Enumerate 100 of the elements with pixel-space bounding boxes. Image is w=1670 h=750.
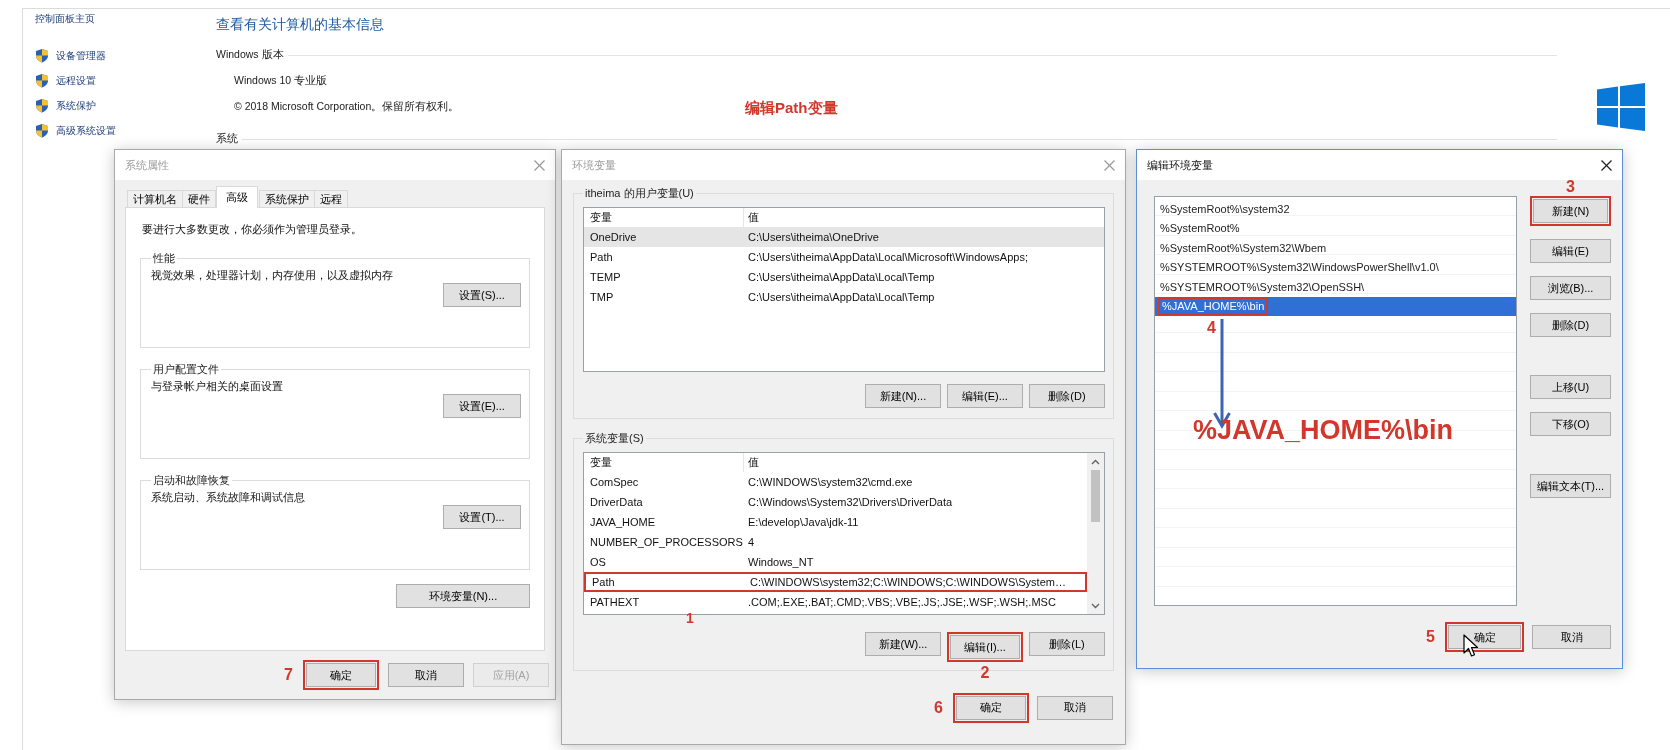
table-cell-text: JAVA_HOME	[589, 516, 656, 528]
group-description: 系统启动、系统故障和调试信息	[151, 490, 305, 505]
tab[interactable]: 系统保护	[259, 190, 315, 208]
table-cell-text: C:\Users\itheima\AppData\Local\Temp	[747, 271, 936, 283]
entry-text: %SYSTEMROOT%\System32\WindowsPowerShell\v1.0\	[1159, 260, 1440, 275]
column-header[interactable]: 值	[744, 210, 1104, 225]
group-title: 系统变量(S)	[584, 431, 645, 446]
delete-button[interactable]: 删除(D)	[1029, 384, 1105, 408]
group-description: 视觉效果，处理器计划，内存使用，以及虚拟内存	[151, 268, 393, 283]
table-cell-text: Path	[589, 251, 614, 263]
table-cell-text: 4	[747, 536, 756, 548]
cancel-button[interactable]: 取消	[1532, 625, 1611, 649]
step-number: 5	[1426, 629, 1435, 645]
table-row[interactable]: Path C:\Users\itheima\AppData\Local\Microsoft\WindowsApps;	[584, 247, 1104, 267]
tab[interactable]: 硬件	[182, 190, 216, 208]
shield-icon	[35, 123, 49, 138]
table-row[interactable]: OneDrive C:\Users\itheima\OneDrive	[584, 227, 1104, 247]
table-cell-text: OS	[589, 556, 607, 568]
environment-variables-button[interactable]: 环境变量(N)...	[396, 584, 530, 608]
table-cell-text: C:\Users\itheima\OneDrive	[747, 231, 880, 243]
new-button[interactable]: 新建(N)...	[865, 384, 941, 408]
scrollbar-thumb[interactable]	[1091, 470, 1100, 522]
scroll-up-icon[interactable]	[1091, 459, 1100, 465]
table-cell-text: Path	[591, 576, 616, 588]
sidebar-link[interactable]: 远程设置	[56, 73, 96, 88]
edit-button[interactable]: 编辑(E)...	[947, 384, 1023, 408]
table-cell-text: OneDrive	[589, 231, 638, 243]
annotation-title: 编辑Path变量	[745, 99, 838, 118]
shield-icon	[35, 48, 49, 63]
cancel-button[interactable]: 取消	[388, 663, 464, 687]
tab[interactable]: 高级	[216, 186, 258, 208]
sidebar-link[interactable]: 控制面板主页	[35, 12, 95, 26]
scroll-down-icon[interactable]	[1091, 603, 1100, 609]
table-cell-text: C:\Windows\System32\Drivers\DriverData	[747, 496, 954, 508]
table-row[interactable]: PATHEXT .COM;.EXE;.BAT;.CMD;.VBS;.VBE;.JS;.JSE;.WSF;.WSH;.MSC	[584, 592, 1087, 612]
tab[interactable]: 远程	[314, 190, 348, 208]
edit-button[interactable]: 编辑(E)	[1530, 239, 1611, 263]
section-label: Windows 版本	[216, 48, 284, 62]
new-button[interactable]: 新建(N)	[1533, 199, 1608, 223]
group-description: 与登录帐户相关的桌面设置	[151, 379, 283, 394]
table-cell-text: C:\Users\itheima\AppData\Local\Temp	[747, 291, 936, 303]
cancel-button[interactable]: 取消	[1037, 695, 1113, 720]
group-title: 启动和故障恢复	[152, 473, 231, 488]
settings-button[interactable]: 设置(E)...	[443, 394, 521, 418]
step-number: 3	[1566, 179, 1575, 195]
section-label: 系统	[216, 132, 238, 146]
window-title: 环境变量	[572, 157, 616, 173]
table-row[interactable]: NUMBER_OF_PROCESSORS 4	[584, 532, 1087, 552]
list-row[interactable]: %SystemRoot%	[1155, 218, 1516, 238]
table-cell-text: TMP	[589, 291, 615, 303]
table-row[interactable]: OS Windows_NT	[584, 552, 1087, 572]
table-cell-text: C:\Users\itheima\AppData\Local\Microsoft\WindowsApps;	[747, 251, 1029, 263]
list-row[interactable]: %SYSTEMROOT%\System32\WindowsPowerShell\v1.0\	[1155, 257, 1516, 277]
shield-icon	[35, 73, 49, 88]
new-button[interactable]: 新建(W)...	[865, 632, 941, 656]
table-cell-text: .COM;.EXE;.BAT;.CMD;.VBS;.VBE;.JS;.JSE;.WSF;.WSH;.MSC	[747, 596, 1057, 608]
list-row[interactable]: %SystemRoot%\System32\Wbem	[1155, 238, 1516, 258]
column-header[interactable]: 变量	[584, 453, 744, 472]
move-up-button[interactable]: 上移(U)	[1530, 375, 1611, 399]
sidebar-link[interactable]: 设备管理器	[56, 48, 106, 63]
delete-button[interactable]: 删除(D)	[1530, 313, 1611, 337]
window-title: 编辑环境变量	[1147, 157, 1213, 173]
edit-text-button[interactable]: 编辑文本(T)...	[1530, 474, 1611, 498]
entry-text: %SYSTEMROOT%\System32\OpenSSH\	[1159, 279, 1366, 294]
table-row[interactable]: JAVA_HOME E:\develop\Java\jdk-11	[584, 512, 1087, 532]
table-cell-text: DriverData	[589, 496, 644, 508]
table-row[interactable]: TMP C:\Users\itheima\AppData\Local\Temp	[584, 287, 1104, 307]
settings-button[interactable]: 设置(T)...	[443, 505, 521, 529]
ok-button[interactable]: 确定	[306, 663, 376, 687]
sidebar-link[interactable]: 系统保护	[56, 98, 96, 113]
ok-button[interactable]: 确定	[1448, 625, 1521, 649]
step-number: 2	[980, 665, 990, 681]
edit-button[interactable]: 编辑(I)...	[950, 635, 1020, 659]
move-down-button[interactable]: 下移(O)	[1530, 412, 1611, 436]
table-row[interactable]: TEMP C:\Users\itheima\AppData\Local\Temp	[584, 267, 1104, 287]
entry-text: %JAVA_HOME%\bin	[1158, 297, 1269, 316]
window-title: 系统属性	[125, 157, 169, 173]
shield-icon	[35, 98, 49, 113]
edition-text: Windows 10 专业版	[234, 74, 328, 88]
settings-button[interactable]: 设置(S)...	[443, 283, 521, 307]
list-row[interactable]: %SystemRoot%\system32	[1155, 199, 1516, 219]
table-cell-text: NUMBER_OF_PROCESSORS	[589, 536, 744, 548]
sidebar-link[interactable]: 高级系统设置	[56, 123, 116, 138]
entry-text: %SystemRoot%\system32	[1159, 201, 1291, 216]
entry-text: %SystemRoot%\System32\Wbem	[1159, 240, 1328, 255]
table-cell-text: ComSpec	[589, 476, 640, 488]
table-row[interactable]: ComSpec C:\WINDOWS\system32\cmd.exe	[584, 472, 1087, 492]
browse-button[interactable]: 浏览(B)...	[1530, 276, 1611, 300]
step-number: 7	[284, 667, 293, 683]
close-icon[interactable]	[1601, 159, 1612, 171]
list-row[interactable]: %SYSTEMROOT%\System32\OpenSSH\	[1155, 277, 1516, 297]
entry-text: %SystemRoot%	[1159, 221, 1241, 236]
step-number: 6	[934, 699, 943, 716]
delete-button[interactable]: 删除(L)	[1029, 632, 1105, 656]
copyright-text: © 2018 Microsoft Corporation。保留所有权利。	[234, 100, 460, 114]
column-header[interactable]: 值	[744, 455, 1087, 470]
ok-button[interactable]: 确定	[956, 695, 1026, 720]
table-row[interactable]: DriverData C:\Windows\System32\Drivers\DriverData	[584, 492, 1087, 512]
logo-icon	[1597, 83, 1645, 131]
tab[interactable]: 计算机名	[127, 190, 183, 208]
